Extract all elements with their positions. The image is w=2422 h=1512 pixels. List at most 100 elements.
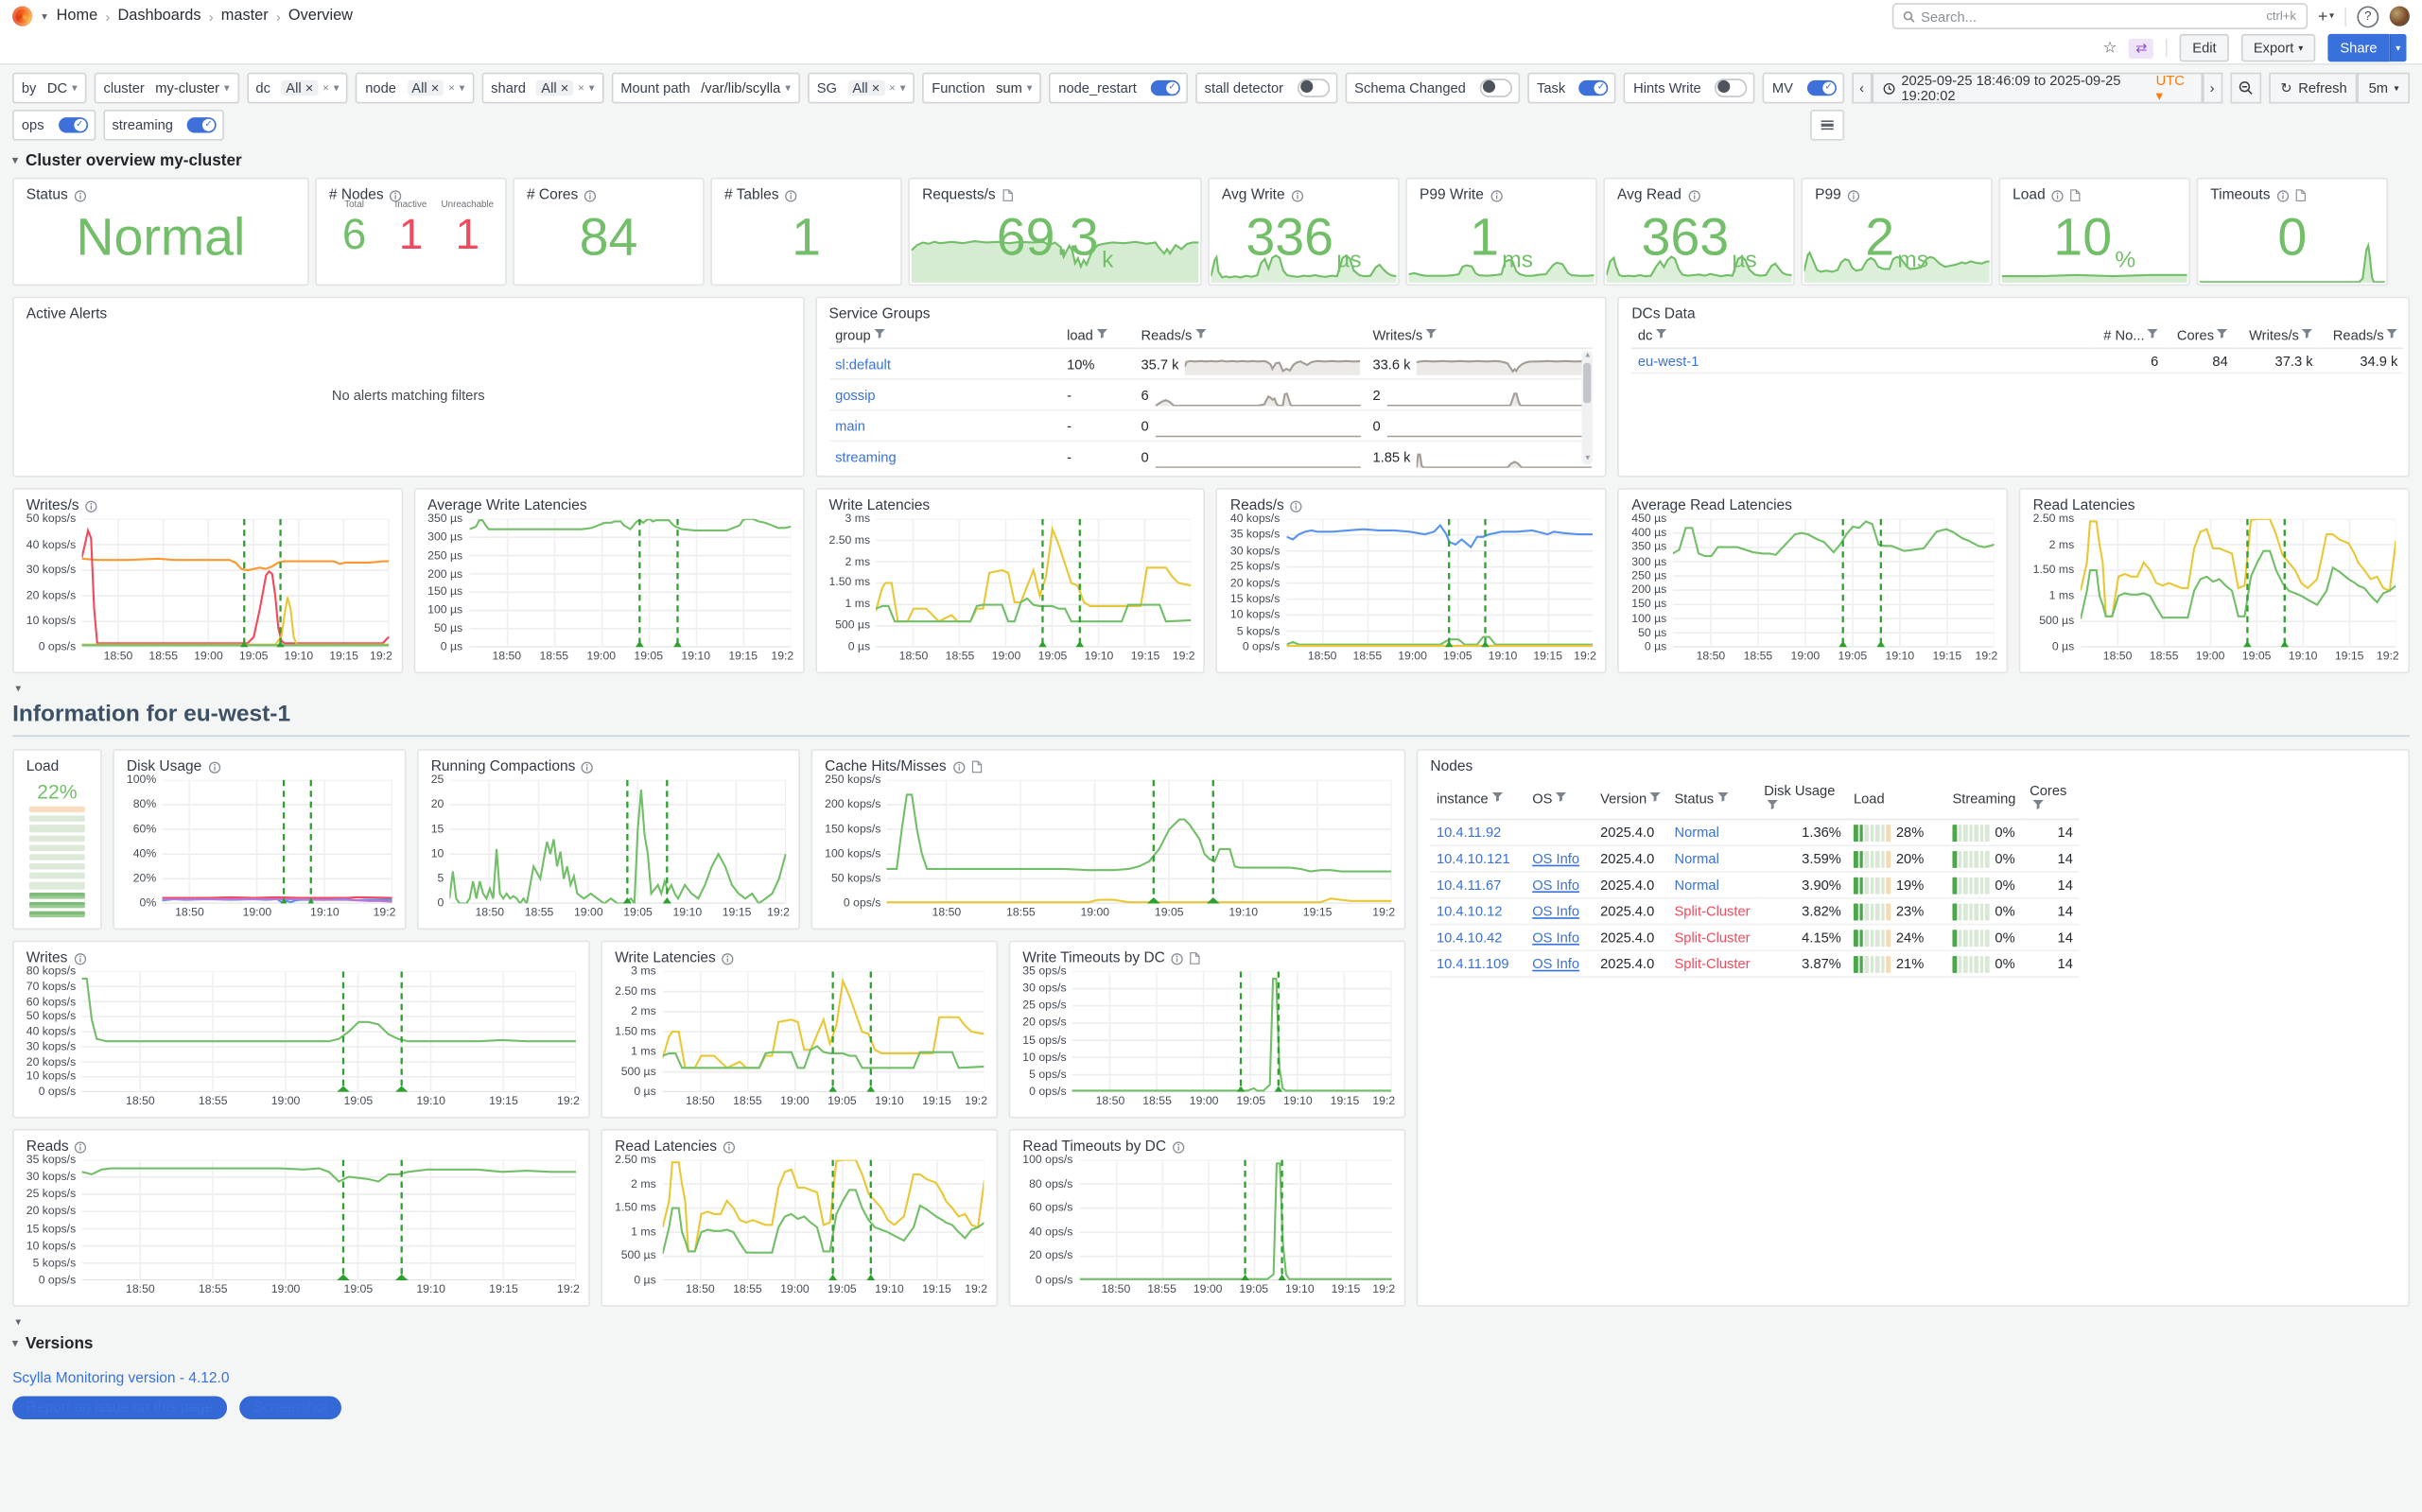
scrollbar[interactable]: ▲▼ <box>1582 351 1593 465</box>
nav-menu-chevron-icon[interactable]: ▾ <box>42 10 47 23</box>
column-header[interactable]: Cores <box>2024 778 2080 819</box>
plot-area[interactable]: 18:5018:5519:0019:0519:1019:1519:2 <box>469 519 791 648</box>
clear-icon[interactable]: × <box>322 82 329 93</box>
service-group-link[interactable]: sl:default <box>835 356 891 371</box>
share-caret-button[interactable]: ▾ <box>2390 34 2407 61</box>
panel-title[interactable]: Service Groups <box>829 305 1594 322</box>
column-header[interactable]: Reads/s <box>2319 322 2404 348</box>
shared-dashboard-icon[interactable]: ⇄ <box>2129 38 2153 58</box>
status-link[interactable]: Normal <box>1674 878 1718 893</box>
filter-funnel-icon[interactable] <box>2032 800 2043 810</box>
chart-title[interactable]: Reads/s <box>1230 497 1594 514</box>
filter-shard[interactable]: shardAll ××▾ <box>481 73 603 104</box>
plot-area[interactable]: 18:5018:5519:0019:0519:1019:1519:2 <box>82 1160 577 1280</box>
column-header[interactable]: group <box>829 322 1061 348</box>
time-back-button[interactable]: ‹ <box>1852 73 1872 104</box>
panel-title[interactable]: DCs Data <box>1631 305 2396 322</box>
chart-title[interactable]: Read Timeouts by DC <box>1022 1138 1391 1156</box>
status-link[interactable]: Split-Cluster <box>1674 930 1750 945</box>
column-header[interactable]: OS <box>1526 778 1594 819</box>
filter-funnel-icon[interactable] <box>1649 792 1660 803</box>
add-button[interactable]: +▾ <box>2318 7 2334 26</box>
plot-area[interactable]: 18:5018:5519:0019:0519:1019:1519:2 <box>662 1160 984 1280</box>
time-range-picker[interactable]: 2025-09-25 18:46:09 to 2025-09-25 19:20:… <box>1872 73 2202 104</box>
plot-area[interactable]: 18:5018:5519:0019:0519:1019:1519:2 <box>877 519 1192 648</box>
column-header[interactable]: dc <box>1631 322 2095 348</box>
edit-button[interactable]: Edit <box>2180 34 2228 61</box>
chart-title[interactable]: Cache Hits/Misses <box>825 758 1391 775</box>
filter-funnel-icon[interactable] <box>1426 329 1437 339</box>
plot-area[interactable]: 18:5018:5519:0019:0519:1019:1519:2 <box>662 971 984 1091</box>
plot-area[interactable]: 18:5018:5519:0019:0519:1019:1519:2 <box>1079 1160 1392 1280</box>
column-header[interactable]: Writes/s <box>2234 322 2319 348</box>
chart-title[interactable]: Write Latencies <box>829 497 1193 514</box>
breadcrumb-item[interactable]: Dashboards <box>117 8 200 25</box>
clear-icon[interactable]: × <box>448 82 455 93</box>
filter-chip[interactable]: All × <box>536 80 573 96</box>
chart-title[interactable]: Writes/s <box>26 497 390 514</box>
plot-area[interactable]: 18:5018:5519:0019:0519:1019:1519:2 <box>1673 519 1995 648</box>
breadcrumb[interactable]: Home›Dashboards›master›Overview <box>57 8 353 25</box>
breadcrumb-item[interactable]: master <box>221 8 269 25</box>
filter-cluster[interactable]: clustermy-cluster▾ <box>95 73 239 104</box>
panel-title[interactable]: Nodes <box>1430 758 2396 775</box>
section-cluster-overview[interactable]: ▾ Cluster overview my-cluster <box>12 151 2410 170</box>
column-header[interactable]: Streaming <box>1946 778 2024 819</box>
filter-funnel-icon[interactable] <box>874 329 884 339</box>
chart-title[interactable]: Read Latencies <box>2033 497 2396 514</box>
streaming-toggle[interactable]: ✓ <box>187 117 217 132</box>
kiosk-menu-button[interactable] <box>1810 110 1844 141</box>
breadcrumb-item[interactable]: Overview <box>288 8 353 25</box>
panel-title[interactable]: Active Alerts <box>26 305 791 322</box>
os-info-link[interactable]: OS Info <box>1532 851 1579 866</box>
dc-link[interactable]: eu-west-1 <box>1638 353 1699 368</box>
status-link[interactable]: Normal <box>1674 851 1718 866</box>
plot-area[interactable]: 18:5018:5519:0019:0519:1019:1519:2 <box>82 971 577 1091</box>
MV-toggle[interactable]: ✓ <box>1807 80 1837 96</box>
export-button[interactable]: Export▾ <box>2241 34 2315 61</box>
column-header[interactable]: Writes/s <box>1367 322 1594 348</box>
os-info-link[interactable]: OS Info <box>1532 903 1579 918</box>
Schema-Changed-toggle[interactable] <box>1480 78 1512 97</box>
instance-link[interactable]: 10.4.10.121 <box>1437 851 1510 866</box>
clear-icon[interactable]: × <box>578 82 584 93</box>
filter-funnel-icon[interactable] <box>2302 329 2312 339</box>
time-forward-button[interactable]: › <box>2202 73 2222 104</box>
plot-area[interactable]: 18:5018:5519:0019:0519:1019:1519:2 <box>887 780 1392 904</box>
ops-toggle[interactable]: ✓ <box>58 117 87 132</box>
filter-funnel-icon[interactable] <box>2148 329 2158 339</box>
filter-funnel-icon[interactable] <box>1195 329 1206 339</box>
plot-area[interactable]: 18:5018:5519:0019:0519:1019:1519:2 <box>1072 971 1391 1091</box>
chart-title[interactable]: Write Latencies <box>615 949 984 966</box>
instance-link[interactable]: 10.4.10.12 <box>1437 903 1502 918</box>
column-header[interactable]: Status <box>1668 778 1758 819</box>
filter-funnel-icon[interactable] <box>2217 329 2227 339</box>
column-header[interactable]: Cores <box>2165 322 2234 348</box>
filter-chip[interactable]: All × <box>407 80 444 96</box>
node_restart-toggle[interactable]: ✓ <box>1151 80 1180 96</box>
column-header[interactable]: instance <box>1430 778 1525 819</box>
filter-Function[interactable]: Functionsum▾ <box>922 73 1041 104</box>
zoom-out-button[interactable] <box>2230 73 2261 104</box>
os-info-link[interactable]: OS Info <box>1532 878 1579 893</box>
instance-link[interactable]: 10.4.10.42 <box>1437 930 1502 945</box>
column-header[interactable]: # No... <box>2095 322 2164 348</box>
os-info-link[interactable]: OS Info <box>1532 956 1579 971</box>
user-avatar[interactable] <box>2390 7 2410 26</box>
filter-funnel-icon[interactable] <box>1096 329 1106 339</box>
plot-area[interactable]: 18:5019:0019:1019:2 <box>163 780 392 904</box>
stall-detector-toggle[interactable] <box>1298 78 1330 97</box>
instance-link[interactable]: 10.4.11.109 <box>1437 956 1509 971</box>
share-button[interactable]: Share <box>2327 34 2389 61</box>
filter-funnel-icon[interactable] <box>1491 792 1502 803</box>
status-link[interactable]: Split-Cluster <box>1674 903 1750 918</box>
monitoring-version-link[interactable]: Scylla Monitoring version - 4.12.0 <box>12 1370 229 1387</box>
column-header[interactable]: Reads/s <box>1135 322 1367 348</box>
section-versions[interactable]: ▾ Versions <box>12 1334 2410 1353</box>
breadcrumb-item[interactable]: Home <box>57 8 98 25</box>
refresh-interval-select[interactable]: 5m▾ <box>2358 73 2410 104</box>
plot-area[interactable]: 18:5018:5519:0019:0519:1019:1519:2 <box>82 519 390 648</box>
service-group-link[interactable]: gossip <box>835 387 875 402</box>
column-header[interactable]: Version <box>1594 778 1668 819</box>
status-link[interactable]: Normal <box>1674 825 1718 840</box>
